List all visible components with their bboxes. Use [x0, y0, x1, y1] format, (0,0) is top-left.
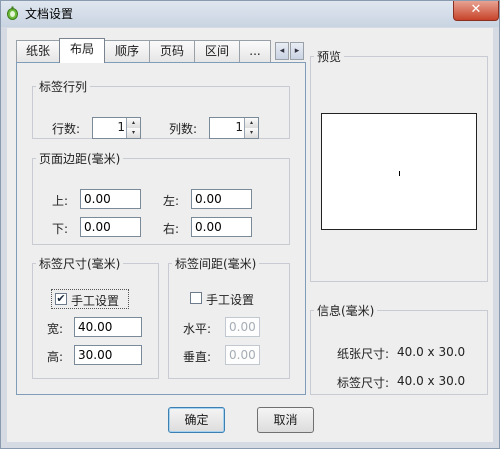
- ok-button[interactable]: 确定: [168, 407, 225, 433]
- cols-label: 列数:: [169, 122, 198, 136]
- label-spacing-manual-label: 手工设置: [206, 293, 255, 307]
- margin-right-field[interactable]: [191, 217, 252, 237]
- info-group: 信息(毫米) 纸张尺寸: 40.0 x 30.0 标签尺寸: 40.0 x 30…: [310, 302, 488, 395]
- group-title: 信息(毫米): [317, 304, 375, 318]
- tab-range[interactable]: 区间: [194, 40, 240, 62]
- margin-left-field[interactable]: [191, 189, 252, 209]
- cols-decrement-button[interactable]: ▾: [244, 128, 258, 138]
- cancel-button-label: 取消: [273, 413, 298, 427]
- tab-layout[interactable]: 布局: [59, 38, 105, 63]
- window-title: 文档设置: [25, 7, 74, 21]
- rows-label: 行数:: [52, 122, 81, 136]
- label-size-info-value: 40.0 x 30.0: [397, 374, 466, 388]
- rows-stepper[interactable]: 1 ▴ ▾: [92, 117, 141, 139]
- rows-value: 1: [117, 120, 125, 134]
- label-size-manual-toggle[interactable]: ✔ 手工设置: [51, 289, 129, 309]
- label-height-field[interactable]: [74, 345, 142, 365]
- label-height-label: 高:: [47, 350, 64, 364]
- arrow-up-icon: ▴: [249, 119, 253, 126]
- margin-top-label: 上:: [52, 194, 69, 208]
- group-title: 标签尺寸(毫米): [39, 257, 121, 271]
- arrow-up-icon: ▴: [131, 119, 135, 126]
- margin-bottom-field[interactable]: [80, 217, 141, 237]
- tab-paper[interactable]: 纸张: [16, 40, 60, 62]
- title-bar[interactable]: 文档设置 ✕: [1, 1, 499, 27]
- label-width-field[interactable]: [74, 317, 142, 337]
- tab-order[interactable]: 顺序: [104, 40, 150, 62]
- margin-left-label: 左:: [163, 194, 180, 208]
- tab-more[interactable]: ...: [239, 40, 271, 62]
- preview-label-mark: [399, 171, 400, 176]
- dialog-window: 文档设置 ✕ 纸张 布局 顺序 页码 区间 ... ◂ ▸ 标签行列 行数: 1…: [0, 0, 500, 449]
- tab-label: 页码: [159, 44, 184, 58]
- label-spacing-manual-toggle[interactable]: 手工设置: [187, 289, 265, 309]
- group-title: 预览: [317, 50, 342, 64]
- spacing-horizontal-field: [225, 317, 260, 337]
- arrow-down-icon: ▾: [249, 129, 253, 136]
- margin-right-label: 右:: [163, 222, 180, 236]
- layout-tab-panel: 标签行列 行数: 1 ▴ ▾ 列数: 1 ▴ ▾ 页面边距(毫米) 上: 0.0…: [16, 62, 306, 395]
- tab-label: ...: [249, 44, 261, 58]
- rows-decrement-button[interactable]: ▾: [126, 128, 140, 138]
- group-title: 标签行列: [39, 80, 88, 94]
- cols-value: 1: [235, 120, 243, 134]
- tab-label: 顺序: [114, 44, 139, 58]
- label-size-manual-checkbox[interactable]: ✔: [55, 293, 67, 305]
- spacing-vertical-label: 垂直:: [183, 350, 212, 364]
- spacing-horizontal-label: 水平:: [183, 322, 212, 336]
- label-size-info-label: 标签尺寸:: [337, 376, 390, 390]
- page-margins-group: 页面边距(毫米) 上: 左: 下: 右:: [32, 150, 290, 245]
- label-spacing-manual-checkbox[interactable]: [190, 292, 202, 304]
- cancel-button[interactable]: 取消: [257, 407, 314, 433]
- tab-page-number[interactable]: 页码: [149, 40, 195, 62]
- tab-label: 布局: [69, 42, 94, 56]
- paper-size-value: 40.0 x 30.0: [397, 345, 466, 359]
- tab-scroll-right-button[interactable]: ▸: [290, 42, 304, 60]
- tab-label: 纸张: [25, 44, 50, 58]
- rows-cols-group: 标签行列 行数: 1 ▴ ▾ 列数: 1 ▴ ▾: [32, 78, 290, 139]
- app-icon: [7, 6, 18, 20]
- margin-bottom-label: 下:: [52, 222, 69, 236]
- label-width-label: 宽:: [47, 322, 64, 336]
- label-size-manual-label: 手工设置: [71, 294, 120, 308]
- preview-group: 预览: [310, 48, 488, 282]
- group-title: 标签间距(毫米): [175, 257, 257, 271]
- label-spacing-group: 标签间距(毫米) 手工设置 水平: 垂直:: [168, 255, 290, 379]
- close-icon: ✕: [470, 2, 482, 17]
- dialog-body: 纸张 布局 顺序 页码 区间 ... ◂ ▸ 标签行列 行数: 1 ▴ ▾ 列数…: [7, 28, 493, 442]
- paper-size-label: 纸张尺寸:: [337, 347, 390, 361]
- ok-button-label: 确定: [184, 413, 209, 427]
- check-icon: ✔: [56, 292, 66, 305]
- cols-stepper[interactable]: 1 ▴ ▾: [209, 117, 259, 139]
- chevron-right-icon: ▸: [294, 46, 300, 56]
- chevron-left-icon: ◂: [279, 46, 285, 56]
- group-title: 页面边距(毫米): [39, 152, 121, 166]
- tab-label: 区间: [204, 44, 229, 58]
- preview-canvas: [321, 113, 477, 230]
- arrow-down-icon: ▾: [131, 129, 135, 136]
- margin-top-field[interactable]: [80, 189, 141, 209]
- tab-scroll-left-button[interactable]: ◂: [275, 42, 289, 60]
- label-size-group: 标签尺寸(毫米) ✔ 手工设置 宽: 高:: [32, 255, 159, 379]
- close-button[interactable]: ✕: [453, 1, 499, 21]
- spacing-vertical-field: [225, 345, 260, 365]
